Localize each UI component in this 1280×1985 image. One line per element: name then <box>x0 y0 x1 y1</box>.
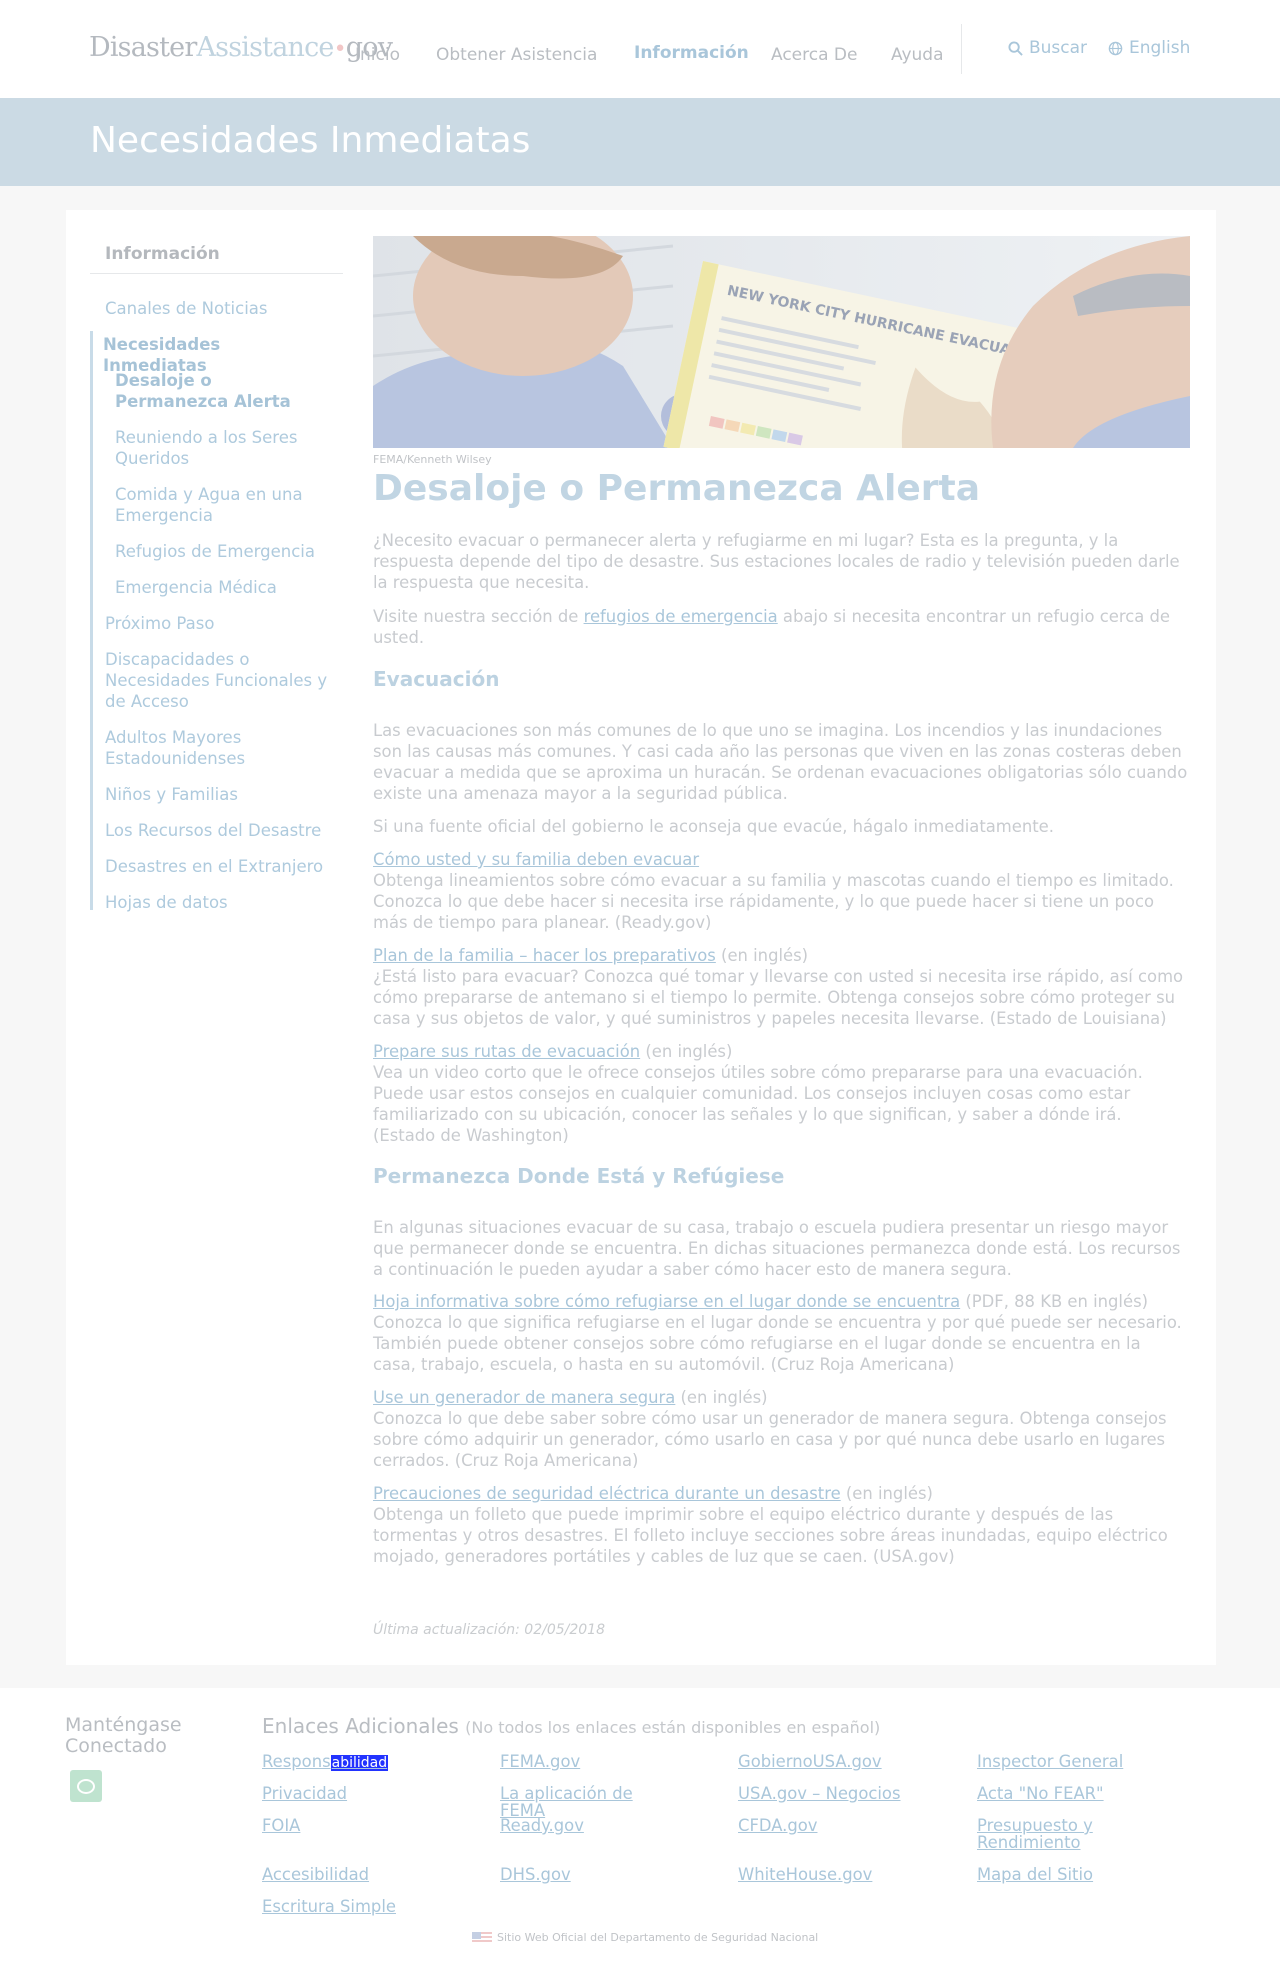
resource-4-description: Conozca lo que significa refugiarse en e… <box>373 1313 1182 1374</box>
search-button[interactable]: Buscar <box>1008 38 1087 58</box>
sidebar-title: Información <box>105 244 220 264</box>
evacuacion-paragraph-2: Si una fuente oficial del gobierno le ac… <box>373 817 1054 836</box>
article-intro: ¿Necesito evacuar o permanecer alerta y … <box>373 531 1180 592</box>
footer-links-note: (No todos los enlaces están disponibles … <box>465 1718 881 1737</box>
page-title: Necesidades Inmediatas <box>90 120 531 161</box>
footer-link-no-fear[interactable]: Acta "No FEAR" <box>977 1785 1157 1802</box>
sidebar-item-desaloje-o-permanezca-alerta[interactable]: Desaloje o Permanezca Alerta <box>115 370 330 412</box>
sidebar-item-proximo-paso[interactable]: Próximo Paso <box>105 613 330 634</box>
article-shelters-note: Visite nuestra sección de refugios de em… <box>373 606 1188 648</box>
link-hoja-refugiarse[interactable]: Hoja informativa sobre cómo refugiarse e… <box>373 1292 960 1311</box>
logo-text-assistance: Assistance <box>196 32 334 63</box>
link-refugios-de-emergencia[interactable]: refugios de emergencia <box>584 607 778 626</box>
footer-link-glitch: abilidad <box>330 1755 389 1771</box>
nav-informacion[interactable]: Información <box>634 43 749 63</box>
resource-3-description: Vea un video corto que le ofrece consejo… <box>373 1063 1143 1145</box>
footer-link-inspector-general[interactable]: Inspector General <box>977 1753 1157 1770</box>
footer-link-cfda[interactable]: CFDA.gov <box>738 1817 918 1834</box>
footer-link-fema-app[interactable]: La aplicación de FEMA <box>500 1785 680 1819</box>
page-banner: Necesidades Inmediatas <box>0 98 1280 186</box>
sidebar-item-hojas-de-datos[interactable]: Hojas de datos <box>105 892 330 913</box>
resource-item-2: Plan de la familia – hacer los preparati… <box>373 945 1188 1029</box>
link-como-evacuar[interactable]: Cómo usted y su familia deben evacuar <box>373 850 699 869</box>
footer-link-mapa-del-sitio[interactable]: Mapa del Sitio <box>977 1866 1157 1883</box>
footer-link-privacidad[interactable]: Privacidad <box>262 1785 442 1802</box>
resource-6-tag: (en inglés) <box>840 1484 933 1503</box>
official-site-text: Sitio Web Oficial del Departamento de Se… <box>497 1931 819 1944</box>
hero-caption: FEMA/Kenneth Wilsey <box>373 453 492 466</box>
sidebar-item-canales-de-noticias[interactable]: Canales de Noticias <box>105 298 330 319</box>
sidebar-divider <box>90 273 343 274</box>
sidebar-item-ninos-y-familias[interactable]: Niños y Familias <box>105 784 330 805</box>
logo-text-disaster: Disaster <box>89 32 197 63</box>
resource-2-tag: (en inglés) <box>715 946 809 965</box>
resource-item-3: Prepare sus rutas de evacuación (en ingl… <box>373 1041 1188 1146</box>
footer-link-responsabilidad[interactable]: Responsabilidad <box>262 1753 442 1772</box>
official-site-notice: Sitio Web Oficial del Departamento de Se… <box>472 1931 818 1944</box>
resource-5-tag: (en inglés) <box>675 1388 768 1407</box>
sidebar-item-adultos-mayores[interactable]: Adultos Mayores Estadounidenses <box>105 727 265 769</box>
hero-photo: NEW YORK CITY HURRICANE EVACUATION ZONES <box>373 236 1190 448</box>
resource-item-1: Cómo usted y su familia deben evacuar Ob… <box>373 849 1188 933</box>
footer-links-heading: Enlaces Adicionales (No todos los enlace… <box>262 1714 880 1738</box>
heading-permanezca: Permanezca Donde Está y Refúgiese <box>373 1164 785 1188</box>
link-seguridad-electrica[interactable]: Precauciones de seguridad eléctrica dura… <box>373 1484 841 1503</box>
footer-links-title: Enlaces Adicionales <box>262 1714 459 1738</box>
resource-6-description: Obtenga un folleto que puede imprimir so… <box>373 1505 1168 1566</box>
hero-illustration: NEW YORK CITY HURRICANE EVACUATION ZONES <box>373 236 1190 448</box>
resource-item-6: Precauciones de seguridad eléctrica dura… <box>373 1483 1188 1567</box>
evacuacion-paragraph-1: Las evacuaciones son más comunes de lo q… <box>373 721 1188 803</box>
site-logo[interactable]: DisasterAssistance•gov <box>89 32 393 63</box>
resource-item-4: Hoja informativa sobre cómo refugiarse e… <box>373 1291 1188 1375</box>
resource-1-description: Obtenga lineamientos sobre cómo evacuar … <box>373 871 1174 932</box>
footer-link-ready[interactable]: Ready.gov <box>500 1817 680 1834</box>
sidebar-active-rail <box>90 331 93 910</box>
language-toggle[interactable]: English <box>1108 38 1190 58</box>
last-updated: Última actualización: 02/05/2018 <box>373 1622 605 1638</box>
permanezca-paragraph-1: En algunas situaciones evacuar de su cas… <box>373 1218 1181 1279</box>
search-label: Buscar <box>1029 38 1088 58</box>
shelters-note-pre: Visite nuestra sección de <box>373 607 584 626</box>
nav-obtener-asistencia[interactable]: Obtener Asistencia <box>436 45 597 65</box>
article-title: Desaloje o Permanezca Alerta <box>373 468 981 509</box>
globe-icon <box>1108 41 1123 55</box>
nav-ayuda[interactable]: Ayuda <box>891 45 944 65</box>
resource-5-description: Conozca lo que debe saber sobre cómo usa… <box>373 1409 1167 1470</box>
sidebar-item-refugios-de-emergencia[interactable]: Refugios de Emergencia <box>115 541 330 562</box>
footer-link-usa-negocios[interactable]: USA.gov – Negocios <box>738 1785 918 1802</box>
social-chat-icon[interactable] <box>70 1770 102 1802</box>
nav-acerca-de[interactable]: Acerca De <box>771 45 857 65</box>
resource-2-description: ¿Está listo para evacuar? Conozca qué to… <box>373 967 1184 1028</box>
resource-item-5: Use un generador de manera segura (en in… <box>373 1387 1188 1471</box>
us-flag-icon <box>472 1931 492 1944</box>
nav-inicio[interactable]: Inicio <box>355 45 400 65</box>
sidebar-item-recursos-del-desastre[interactable]: Los Recursos del Desastre <box>105 820 330 841</box>
sidebar-item-reuniendo-seres-queridos[interactable]: Reuniendo a los Seres Queridos <box>115 427 330 469</box>
resource-4-tag: (PDF, 88 KB en inglés) <box>960 1292 1148 1311</box>
nav-divider <box>961 24 962 74</box>
footer-link-whitehouse[interactable]: WhiteHouse.gov <box>738 1866 918 1883</box>
resource-3-tag: (en inglés) <box>640 1042 733 1061</box>
sidebar-item-desastres-en-el-extranjero[interactable]: Desastres en el Extranjero <box>105 856 330 877</box>
footer-connect-heading: Manténgase Conectado <box>65 1714 182 1757</box>
footer-link-presupuesto[interactable]: Presupuesto y Rendimiento <box>977 1817 1117 1851</box>
link-generador-seguro[interactable]: Use un generador de manera segura <box>373 1388 675 1407</box>
footer-link-fema[interactable]: FEMA.gov <box>500 1753 680 1770</box>
logo-dot: • <box>333 37 347 62</box>
footer-link-dhs[interactable]: DHS.gov <box>500 1866 680 1883</box>
footer-link-gobiernousa[interactable]: GobiernoUSA.gov <box>738 1753 918 1770</box>
sidebar-item-discapacidades[interactable]: Discapacidades o Necesidades Funcionales… <box>105 649 335 712</box>
heading-evacuacion: Evacuación <box>373 667 500 691</box>
sidebar-item-comida-y-agua[interactable]: Comida y Agua en una Emergencia <box>115 484 330 526</box>
search-icon <box>1008 40 1023 56</box>
sidebar-item-emergencia-medica[interactable]: Emergencia Médica <box>115 577 330 598</box>
footer-link-foia[interactable]: FOIA <box>262 1817 442 1834</box>
footer-link-escritura-simple[interactable]: Escritura Simple <box>262 1898 442 1915</box>
footer-link-accesibilidad[interactable]: Accesibilidad <box>262 1866 442 1883</box>
link-plan-de-la-familia[interactable]: Plan de la familia – hacer los preparati… <box>373 946 716 965</box>
footer-link-responsabilidad-text: Respons <box>262 1752 331 1771</box>
site-header: DisasterAssistance•gov Inicio Obtener As… <box>0 0 1280 98</box>
link-rutas-de-evacuacion[interactable]: Prepare sus rutas de evacuación <box>373 1042 640 1061</box>
language-label: English <box>1129 38 1191 58</box>
